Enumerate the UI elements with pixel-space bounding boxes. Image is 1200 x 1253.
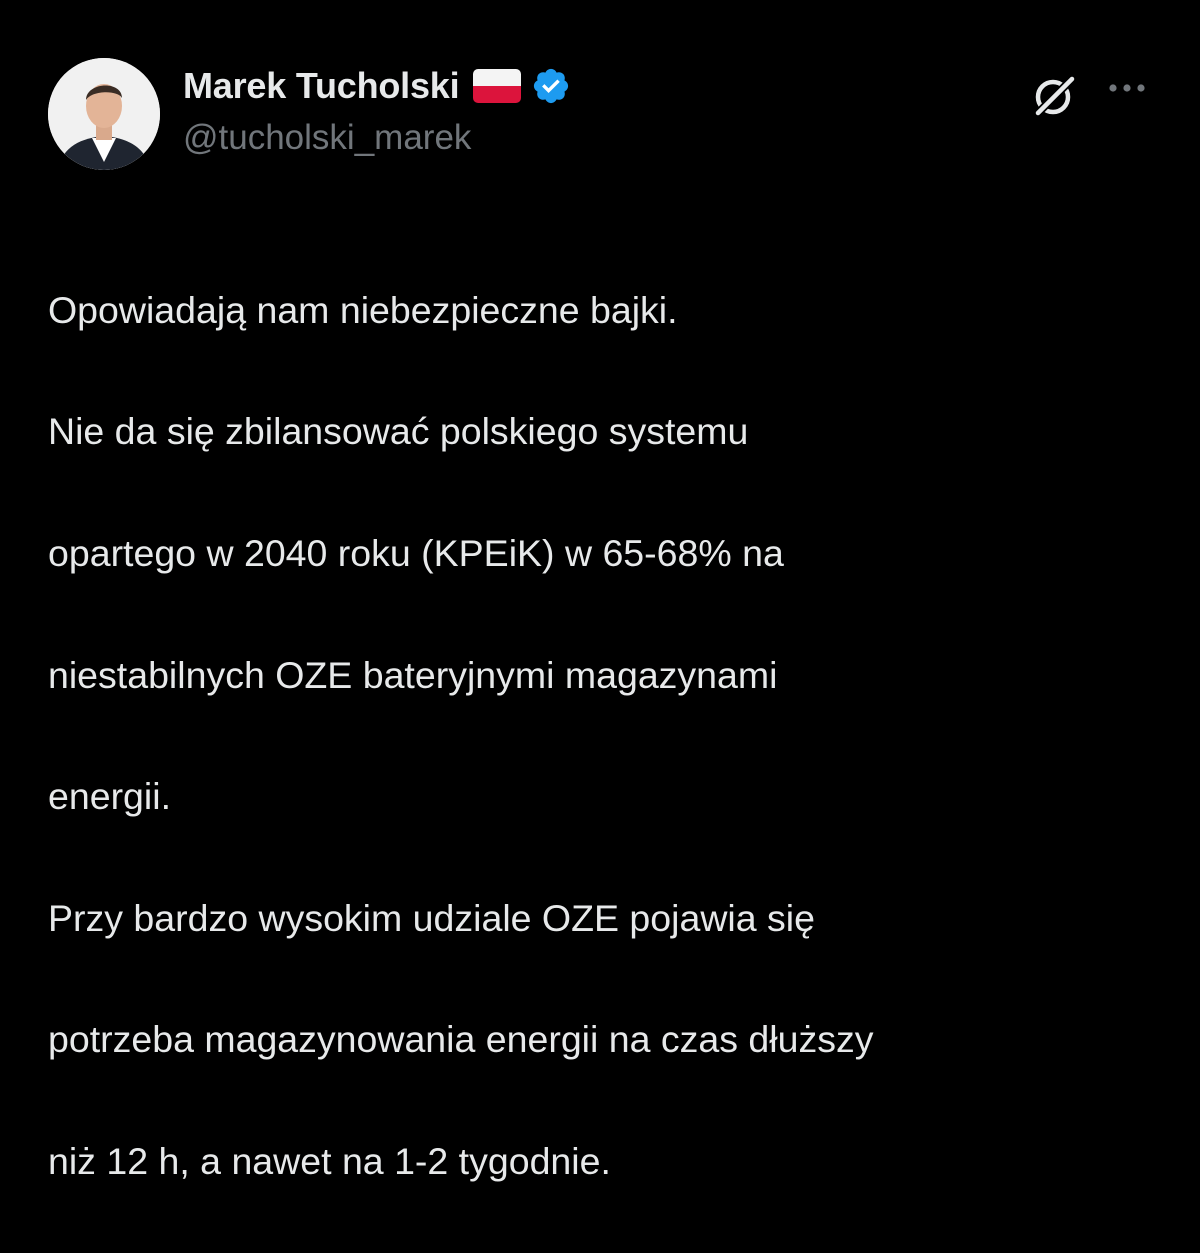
- tweet-line: Opowiadają nam niebezpieczne bajki.: [48, 288, 678, 331]
- tweet-card: Marek Tucholski @tucholski_marek Opowiad…: [0, 0, 1200, 1182]
- author-display-name[interactable]: Marek Tucholski: [183, 65, 460, 107]
- tweet-text: Opowiadają nam niebezpieczne bajki. Nie …: [48, 219, 1158, 1253]
- author-avatar[interactable]: [48, 58, 160, 170]
- grok-icon[interactable]: [1028, 70, 1080, 122]
- tweet-line: potrzeba magazynowania energii na czas d…: [48, 1018, 874, 1061]
- poland-flag-icon: [473, 69, 522, 103]
- tweet-line: opartego w 2040 roku (KPEiK) w 65-68% na: [48, 531, 784, 574]
- author-handle[interactable]: @tucholski_marek: [183, 118, 471, 158]
- tweet-line: energii.: [48, 775, 171, 818]
- tweet-line: Nie da się zbilansować polskiego systemu: [48, 410, 749, 453]
- tweet-line: niestabilnych OZE bateryjnymi magazynami: [48, 653, 778, 696]
- tweet-line: niż 12 h, a nawet na 1-2 tygodnie.: [48, 1139, 611, 1182]
- avatar-photo: [48, 58, 160, 170]
- verified-badge-icon[interactable]: [531, 66, 571, 106]
- tweet-line: Przy bardzo wysokim udziale OZE pojawia …: [48, 896, 815, 939]
- more-options-icon[interactable]: [1104, 76, 1150, 100]
- author-name-row: Marek Tucholski: [183, 62, 571, 110]
